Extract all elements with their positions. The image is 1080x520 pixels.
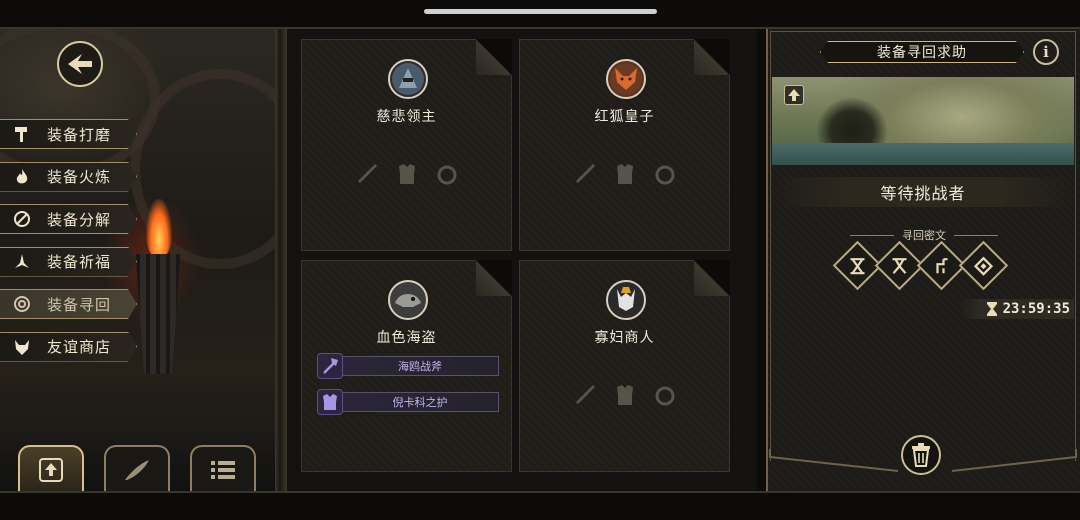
cipher-heading: 寻回密文 (768, 227, 1080, 243)
hourglass-icon (986, 302, 997, 316)
back-button[interactable] (57, 41, 103, 87)
menu-item-fire-refine[interactable]: 装备火炼 (0, 161, 137, 192)
panel-title: 装备寻回求助 (820, 41, 1024, 63)
challenge-scene-image (772, 77, 1074, 165)
scene-water (772, 143, 1074, 165)
item-row[interactable]: 海鸥战斧 (317, 353, 499, 379)
upload-icon (35, 454, 67, 486)
timer-text: 23:59:35 (1002, 301, 1070, 317)
upload-icon (788, 89, 800, 101)
menu-item-recall[interactable]: 装备寻回 (0, 289, 137, 319)
info-icon: i (1043, 43, 1049, 61)
pirate-beast-portrait-icon (388, 280, 428, 320)
panel-title-text: 装备寻回求助 (877, 45, 967, 61)
boss-name: 寡妇商人 (594, 330, 655, 346)
menu-item-label: 友谊商店 (47, 338, 112, 356)
back-arrow-icon (68, 54, 92, 74)
armor-icon (612, 382, 638, 408)
boss-card[interactable]: 血色海盗 海鸥战斧 倪卡科之护 (301, 260, 512, 472)
equipment-slots (520, 382, 729, 408)
sword-icon (572, 161, 598, 187)
menu-item-pray[interactable]: 装备祈福 (0, 246, 137, 277)
countdown-timer: 23:59:35 (960, 299, 1074, 319)
recall-cards-area: 慈悲领主 红狐皇子 血色海盗 海鸥战斧 倪卡科之护 寡妇商人 (287, 29, 757, 491)
item-row[interactable]: 倪卡科之护 (317, 389, 499, 415)
sword-icon (354, 161, 380, 187)
pray-icon (12, 252, 32, 272)
cipher-runes (832, 240, 1009, 291)
left-divider (275, 29, 287, 491)
menu-item-label: 装备火炼 (47, 168, 112, 186)
scene-upload-button[interactable] (784, 85, 804, 105)
menu-item-label: 装备打磨 (47, 125, 112, 144)
armored-lord-portrait-icon (388, 59, 428, 99)
equipment-slots (302, 161, 511, 187)
menu-item-friend-shop[interactable]: 友谊商店 (0, 331, 137, 362)
axe-icon (317, 353, 343, 379)
recall-icon (12, 294, 32, 314)
rune-x-icon (848, 256, 868, 276)
discard-button[interactable] (901, 435, 941, 475)
ring-icon (652, 382, 678, 408)
boss-card[interactable]: 慈悲领主 (301, 39, 512, 251)
rune-y-icon (890, 256, 910, 276)
tab-list[interactable] (190, 445, 256, 491)
item-label: 倪卡科之护 (392, 396, 448, 409)
feather-icon (121, 454, 153, 486)
tab-feather[interactable] (104, 445, 170, 491)
recall-help-panel: 装备寻回求助 i 等待挑战者 寻回密文 23:59:35 (766, 29, 1080, 491)
fox-shop-icon (12, 337, 32, 357)
disassemble-icon (12, 209, 32, 229)
status-text: 等待挑战者 (880, 184, 966, 203)
fire-sprite (146, 199, 172, 257)
item-label-bar: 海鸥战斧 (331, 356, 499, 376)
status-banner: 等待挑战者 (772, 177, 1074, 207)
menu-item-label: 装备祈福 (47, 253, 112, 271)
equipment-slots (520, 161, 729, 187)
armor-icon (612, 161, 638, 187)
left-panel: 装备打磨 装备火炼 装备分解 装备祈福 装备寻回 友谊商店 (0, 29, 275, 491)
rune-slot[interactable] (958, 240, 1009, 291)
rune-diamond-icon (973, 255, 994, 276)
armor-icon (317, 389, 343, 415)
item-label: 海鸥战斧 (398, 360, 442, 373)
recovered-items: 海鸥战斧 倪卡科之护 (317, 353, 499, 427)
info-button[interactable]: i (1033, 39, 1059, 65)
list-icon (207, 454, 239, 486)
boss-card[interactable]: 红狐皇子 (519, 39, 730, 251)
armor-icon (394, 161, 420, 187)
tab-upload[interactable] (18, 445, 84, 491)
menu-item-label: 装备寻回 (47, 295, 112, 314)
left-menu: 装备打磨 装备火炼 装备分解 装备祈福 装备寻回 友谊商店 (0, 119, 140, 374)
right-divider (757, 29, 766, 491)
bottom-border (0, 491, 1080, 493)
divider-line (954, 234, 998, 236)
boss-card[interactable]: 寡妇商人 (519, 260, 730, 472)
widow-merchant-portrait-icon (606, 280, 646, 320)
boss-name: 慈悲领主 (376, 109, 437, 125)
boss-name: 血色海盗 (376, 330, 437, 346)
home-indicator (424, 9, 657, 14)
hammer-icon (12, 124, 32, 144)
rune-hook-icon (932, 256, 952, 276)
ring-icon (652, 161, 678, 187)
bottom-tabs (18, 445, 256, 491)
menu-item-label: 装备分解 (47, 210, 112, 229)
sword-icon (572, 382, 598, 408)
ring-icon (434, 161, 460, 187)
red-fox-prince-portrait-icon (606, 59, 646, 99)
menu-item-disassemble[interactable]: 装备分解 (0, 204, 137, 234)
menu-item-polish[interactable]: 装备打磨 (0, 119, 137, 149)
item-label-bar: 倪卡科之护 (331, 392, 499, 412)
flame-icon (12, 167, 32, 187)
cipher-label-text: 寻回密文 (902, 229, 946, 242)
divider-line (850, 234, 894, 236)
boss-name: 红狐皇子 (594, 109, 655, 125)
trash-icon (912, 443, 930, 467)
